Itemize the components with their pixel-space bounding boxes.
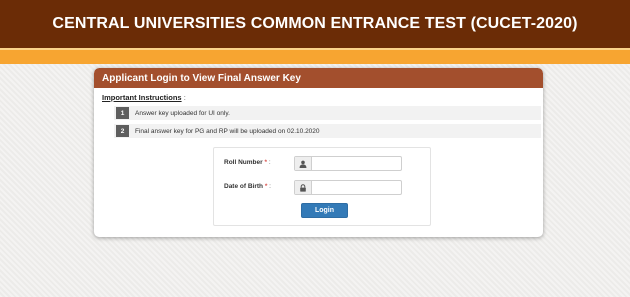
roll-number-field xyxy=(294,156,402,171)
required-marker: * xyxy=(264,183,268,190)
user-icon xyxy=(295,157,312,170)
site-header: CENTRAL UNIVERSITIES COMMON ENTRANCE TES… xyxy=(0,0,630,48)
instructions-heading: Important Instructions : xyxy=(102,93,186,102)
page-title: CENTRAL UNIVERSITIES COMMON ENTRANCE TES… xyxy=(52,15,578,32)
instruction-number: 1 xyxy=(116,107,129,119)
instructions-title: Important Instructions xyxy=(102,93,182,102)
login-panel: Applicant Login to View Final Answer Key… xyxy=(94,68,543,237)
roll-number-input[interactable] xyxy=(312,157,401,170)
roll-number-label: Roll Number * : xyxy=(224,159,271,166)
dob-label: Date of Birth * : xyxy=(224,183,271,190)
instruction-text: Answer key uploaded for UI only. xyxy=(135,109,230,117)
required-marker: * xyxy=(264,159,267,166)
label-colon: : xyxy=(269,183,271,190)
dob-label-text: Date of Birth xyxy=(224,183,263,190)
header-accent-band xyxy=(0,48,630,64)
dob-field xyxy=(294,180,402,195)
dob-input[interactable] xyxy=(312,181,401,194)
login-button[interactable]: Login xyxy=(301,203,348,218)
instruction-number: 2 xyxy=(116,125,129,137)
instruction-item: 2 Final answer key for PG and RP will be… xyxy=(114,124,541,138)
instruction-text: Final answer key for PG and RP will be u… xyxy=(135,127,320,135)
panel-title: Applicant Login to View Final Answer Key xyxy=(94,68,543,88)
instructions-colon: : xyxy=(183,93,186,102)
lock-icon xyxy=(295,181,312,194)
roll-number-label-text: Roll Number xyxy=(224,159,263,166)
label-colon: : xyxy=(268,159,271,166)
login-form: Roll Number * : Date of Birth * : Login xyxy=(213,147,431,226)
instruction-item: 1 Answer key uploaded for UI only. xyxy=(114,106,541,120)
